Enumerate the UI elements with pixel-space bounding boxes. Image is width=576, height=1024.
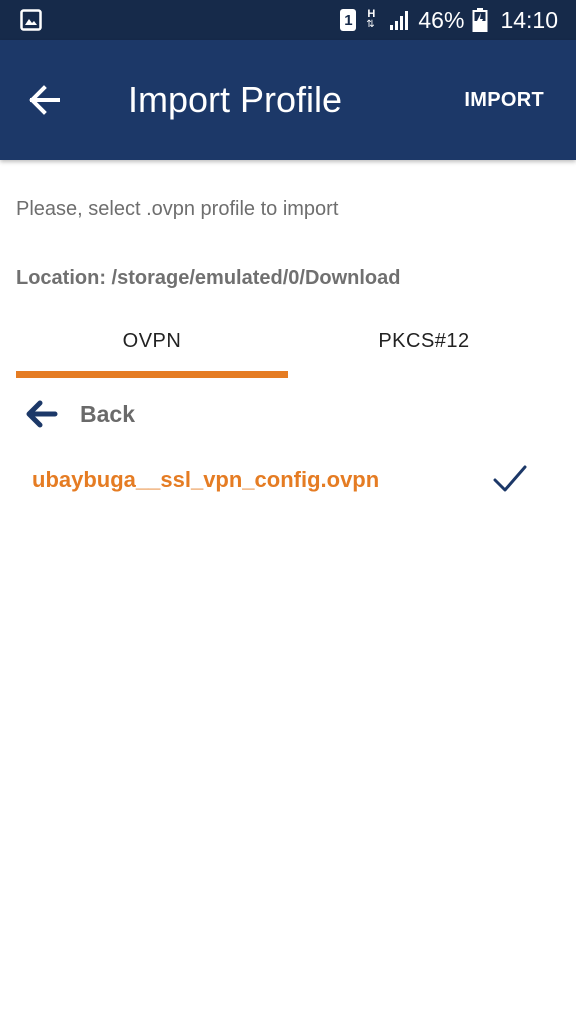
page-title: Import Profile bbox=[128, 79, 343, 120]
app-bar: Import Profile IMPORT bbox=[0, 40, 576, 160]
checkmark-icon bbox=[493, 465, 527, 492]
arrow-left-icon bbox=[26, 400, 58, 428]
instruction-text: Please, select .ovpn profile to import bbox=[16, 198, 339, 220]
import-profile-screen: 1 H ⇅ 46% 14:10 Import Profile IMPORT Pl… bbox=[0, 0, 576, 1024]
tab-pkcs12[interactable]: PKCS#12 bbox=[288, 318, 560, 380]
back-folder-button[interactable]: Back bbox=[16, 392, 560, 438]
status-bar: 1 H ⇅ 46% 14:10 bbox=[0, 0, 576, 40]
status-icons: 1 H ⇅ 46% 14:10 bbox=[340, 0, 558, 40]
file-name: ubaybuga__ssl_vpn_config.ovpn bbox=[32, 467, 380, 492]
image-icon bbox=[20, 9, 42, 31]
network-type-icon: H ⇅ bbox=[364, 8, 380, 32]
sim-label: 1 bbox=[344, 11, 353, 29]
battery-charging-icon bbox=[472, 8, 488, 32]
clock: 14:10 bbox=[500, 6, 558, 33]
sim-icon: 1 bbox=[340, 9, 357, 31]
arrow-left-icon[interactable] bbox=[24, 80, 68, 120]
location-path: Location: /storage/emulated/0/Download bbox=[16, 267, 401, 289]
signal-icon bbox=[390, 11, 409, 30]
tab-bar: OVPN PKCS#12 bbox=[16, 318, 560, 380]
back-label: Back bbox=[80, 401, 135, 427]
network-arrows: ⇅ bbox=[366, 19, 374, 30]
tab-indicator bbox=[16, 371, 288, 378]
list-item[interactable]: ubaybuga__ssl_vpn_config.ovpn bbox=[16, 454, 560, 508]
battery-percent: 46% bbox=[418, 6, 465, 33]
import-button[interactable]: IMPORT bbox=[464, 84, 544, 116]
